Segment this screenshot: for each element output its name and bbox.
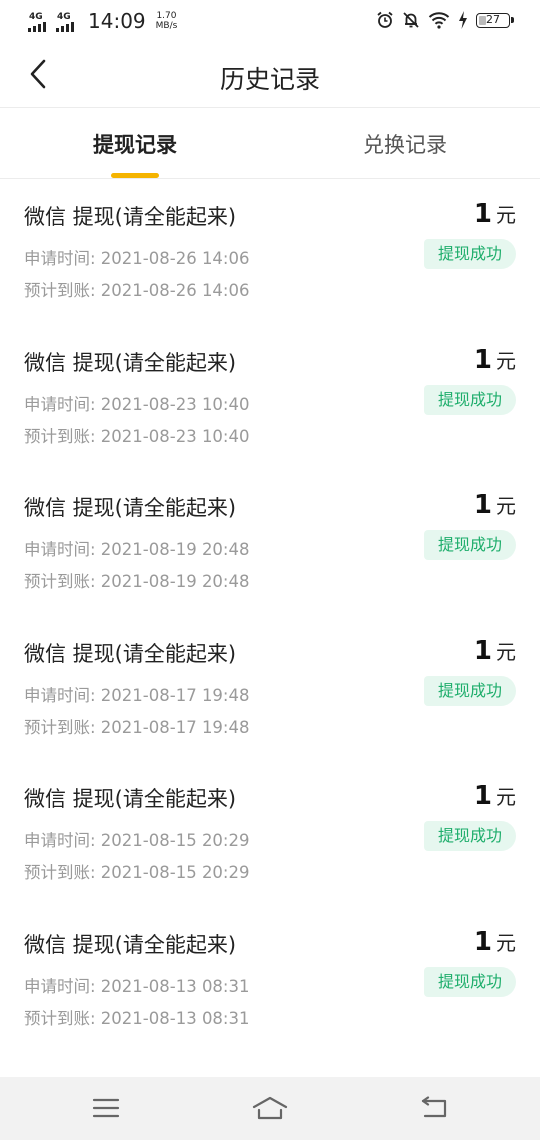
speed-unit: MB/s [155,21,178,31]
battery-fill [479,15,486,25]
status-badge: 提现成功 [423,966,516,997]
home-button[interactable] [250,1091,290,1125]
arrival-time: 预计到账: 2021-08-13 08:31 [24,1008,250,1028]
amount-value: 1 [473,344,492,375]
signal-bars-icon [56,22,74,32]
speed-value: 1.70 [156,11,177,21]
tab-exchange-records[interactable]: 兑换记录 [270,108,540,178]
apply-time: 申请时间: 2021-08-23 10:40 [24,394,250,414]
record-amount: 1 元 [474,345,516,375]
back-nav-button[interactable] [414,1091,454,1125]
alarm-icon [377,11,393,28]
signal-1: 4G [28,12,50,34]
tab-label: 提现记录 [93,133,177,157]
record-item[interactable]: 微信 提现(请全能起来) 1 元 申请时间: 2021-08-17 19:48 … [0,616,540,762]
record-item[interactable]: 微信 提现(请全能起来) 1 元 申请时间: 2021-08-23 10:40 … [0,325,540,471]
record-amount: 1 元 [474,927,516,957]
amount-value: 1 [473,635,492,666]
arrival-time: 预计到账: 2021-08-23 10:40 [24,426,250,446]
tab-label: 兑换记录 [363,133,447,157]
apply-time: 申请时间: 2021-08-15 20:29 [24,831,250,851]
record-item[interactable]: 微信 提现(请全能起来) 1 元 申请时间: 2021-08-19 20:48 … [0,470,540,616]
status-badge: 提现成功 [423,530,516,561]
amount-unit: 元 [496,348,516,373]
amount-unit: 元 [496,930,516,955]
network-type-2: 4G [57,12,71,22]
record-amount: 1 元 [474,490,516,520]
record-amount: 1 元 [474,199,516,229]
active-tab-indicator [111,173,159,178]
home-icon [252,1096,288,1120]
back-icon [421,1096,447,1118]
arrival-time: 预计到账: 2021-08-17 19:48 [24,717,250,737]
amount-unit: 元 [496,203,516,227]
record-title: 微信 提现(请全能起来) [24,641,237,666]
apply-time: 申请时间: 2021-08-17 19:48 [24,685,250,705]
status-badge: 提现成功 [423,384,516,415]
network-speed: 1.70 MB/s [156,11,178,31]
status-time: 14:09 [88,9,146,33]
record-title: 微信 提现(请全能起来) [24,205,237,229]
record-amount: 1 元 [474,781,516,811]
status-badge: 提现成功 [423,675,516,706]
arrival-time: 预计到账: 2021-08-19 20:48 [24,572,250,592]
arrival-time: 预计到账: 2021-08-15 20:29 [24,863,250,883]
arrival-time: 预计到账: 2021-08-26 14:06 [24,281,250,300]
record-item[interactable]: 微信 提现(请全能起来) 1 元 申请时间: 2021-08-15 20:29 … [0,761,540,907]
record-item[interactable]: 微信 提现(请全能起来) 1 元 申请时间: 2021-08-13 08:31 … [0,907,540,1053]
battery-level: 27 [486,12,500,26]
record-title: 微信 提现(请全能起来) [24,932,237,957]
amount-value: 1 [473,199,492,229]
record-title: 微信 提现(请全能起来) [24,350,237,375]
signal-bars-icon [28,22,46,32]
amount-value: 1 [473,781,492,812]
amount-unit: 元 [496,494,516,519]
status-left: 4G 4G 14:09 1.70 MB/s [28,8,177,34]
withdraw-record-list: 微信 提现(请全能起来) 1 元 申请时间: 2021-08-26 14:06 … [0,179,540,1053]
status-right: 27 [376,11,514,29]
tab-bar: 提现记录 兑换记录 [0,108,540,179]
status-badge: 提现成功 [423,239,516,269]
status-badge: 提现成功 [423,821,516,852]
apply-time: 申请时间: 2021-08-13 08:31 [24,976,250,996]
signal-2: 4G [56,12,78,34]
amount-value: 1 [473,490,492,521]
amount-value: 1 [473,926,492,957]
system-nav-bar [0,1077,540,1140]
network-type-1: 4G [29,12,43,22]
battery-icon: 27 [476,12,514,28]
bell-off-icon [403,12,419,28]
page-title: 历史记录 [219,65,320,94]
record-amount: 1 元 [474,636,516,666]
apply-time: 申请时间: 2021-08-26 14:06 [24,249,250,268]
apply-time: 申请时间: 2021-08-19 20:48 [24,540,250,560]
amount-unit: 元 [496,639,516,664]
tab-withdraw-records[interactable]: 提现记录 [0,108,270,178]
amount-unit: 元 [496,785,516,810]
charging-icon [459,11,467,29]
title-bar: 历史记录 [0,44,540,108]
menu-icon [92,1098,120,1118]
menu-button[interactable] [86,1091,126,1125]
status-bar: 4G 4G 14:09 1.70 MB/s 27 [0,0,540,44]
record-title: 微信 提现(请全能起来) [24,787,237,812]
record-title: 微信 提现(请全能起来) [24,496,237,521]
wifi-icon [428,12,450,29]
record-item[interactable]: 微信 提现(请全能起来) 1 元 申请时间: 2021-08-26 14:06 … [0,179,540,325]
